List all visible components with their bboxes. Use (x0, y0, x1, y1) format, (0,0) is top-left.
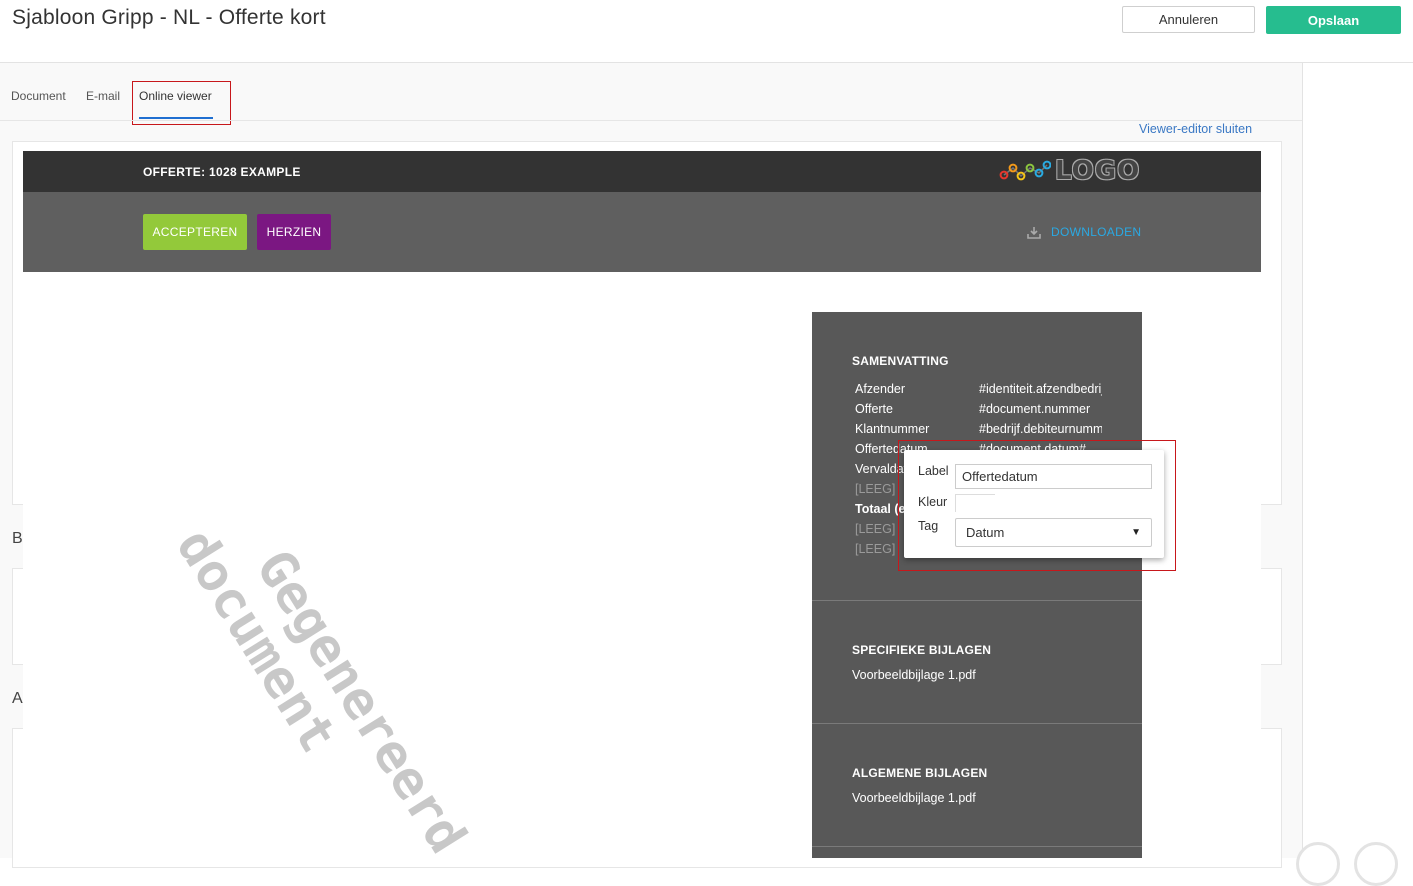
summary-value: #identiteit.afzendbedrijf (979, 382, 1102, 396)
general-attachments-heading: ALGEMENE BIJLAGEN (852, 766, 988, 780)
tab-email[interactable]: E-mail (86, 89, 120, 103)
summary-value: #bedrijf.debiteurnummer (979, 422, 1102, 436)
summary-panel: SAMENVATTING Afzender #identiteit.afzend… (812, 312, 1142, 858)
offer-title: OFFERTE: 1028 EXAMPLE (143, 165, 301, 179)
help-icon[interactable] (1296, 842, 1340, 886)
generated-document-watermark: Gegenereerd document (165, 519, 478, 858)
save-button[interactable]: Opslaan (1266, 6, 1401, 34)
section-divider (812, 723, 1142, 724)
specific-attachments-heading: SPECIFIEKE BIJLAGEN (852, 643, 992, 657)
section-divider (812, 846, 1142, 847)
summary-label: Klantnummer (855, 422, 930, 436)
popup-highlight-box (898, 440, 1176, 571)
tabs-divider (0, 120, 1302, 121)
attachment-link[interactable]: Voorbeeldbijlage 1.pdf (852, 668, 976, 682)
summary-label-empty: [LEEG] (855, 522, 896, 536)
chat-icon[interactable] (1354, 842, 1398, 886)
viewer-action-bar: ACCEPTEREN HERZIEN DOWNLOADEN (23, 192, 1261, 272)
attachment-link[interactable]: Voorbeeldbijlage 1.pdf (852, 791, 976, 805)
tab-highlight-box (132, 81, 231, 125)
logo-icon (999, 160, 1051, 181)
accept-button[interactable]: ACCEPTEREN (143, 214, 247, 250)
tab-document[interactable]: Document (11, 89, 66, 103)
cancel-button[interactable]: Annuleren (1122, 6, 1255, 33)
summary-label-empty: [LEEG] (855, 482, 896, 496)
logo-text: LOGO (1055, 156, 1141, 186)
summary-label: Offerte (855, 402, 893, 416)
section-letter: B (12, 530, 23, 547)
company-logo: LOGO (999, 156, 1141, 186)
section-divider (812, 600, 1142, 601)
section-letter: A (12, 690, 23, 707)
summary-heading: SAMENVATTING (852, 354, 949, 368)
review-button[interactable]: HERZIEN (257, 214, 331, 250)
summary-label: Afzender (855, 382, 906, 396)
summary-value: #document.nummer (979, 402, 1091, 416)
viewer-topbar: OFFERTE: 1028 EXAMPLE LOGO (23, 151, 1261, 192)
download-label: DOWNLOADEN (1051, 225, 1142, 239)
download-link[interactable]: DOWNLOADEN (1027, 225, 1141, 239)
close-viewer-editor-link[interactable]: Viewer-editor sluiten (1139, 122, 1252, 136)
summary-label-empty: [LEEG] (855, 542, 896, 556)
page-title: Sjabloon Gripp - NL - Offerte kort (12, 6, 326, 29)
download-icon (1027, 226, 1041, 239)
